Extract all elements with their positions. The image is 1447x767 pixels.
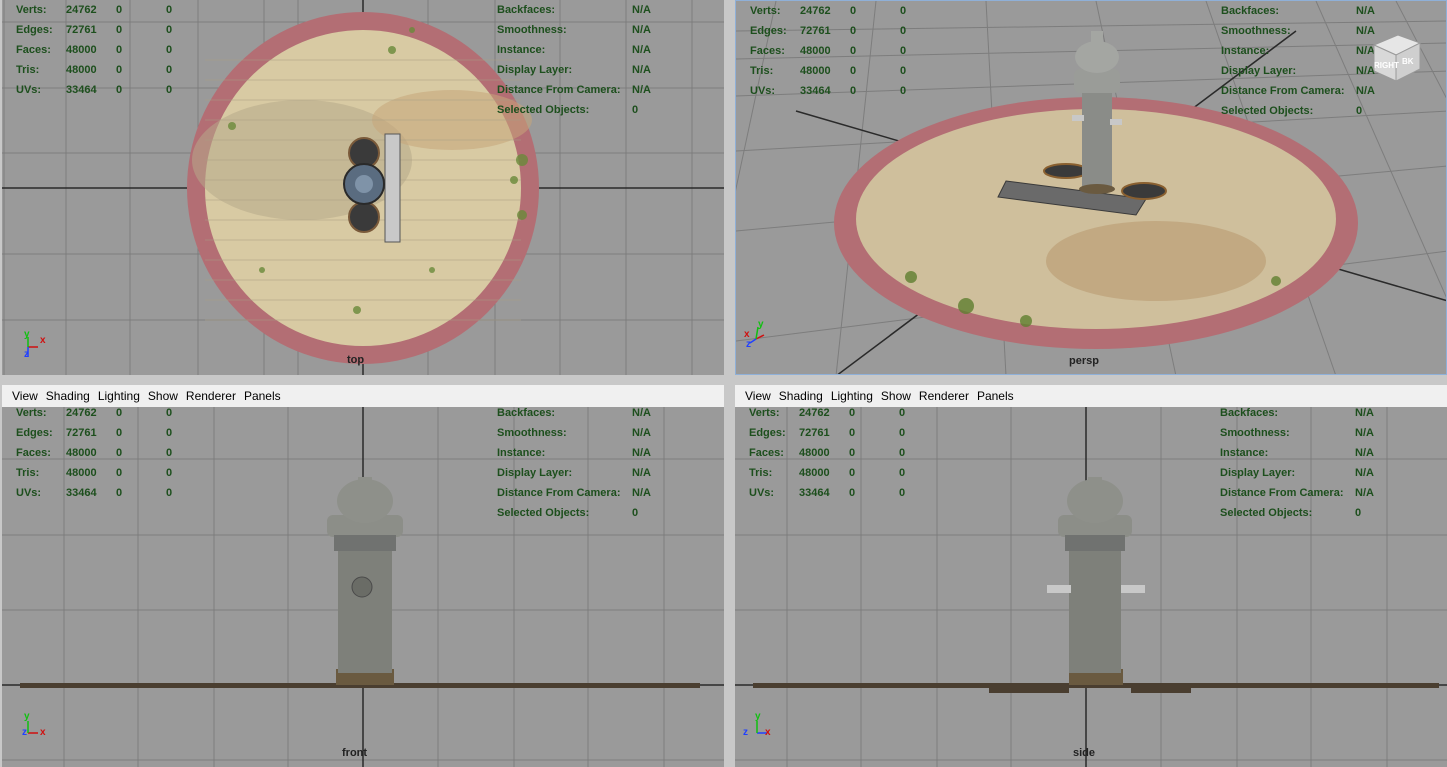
menu-view[interactable]: View: [8, 389, 42, 403]
hud-info-top: Backfaces: N/A Smoothness: N/A Instance: N/…: [497, 4, 651, 116]
viewcube[interactable]: RIGHT BK: [1368, 27, 1424, 83]
menu-shading[interactable]: Shading: [42, 389, 94, 403]
viewcube-face-right[interactable]: RIGHT: [1374, 61, 1399, 70]
hud-stats-top: Verts: 24762 0 0 Edges: 72761 0 0 Faces: 48000 0…: [16, 4, 173, 96]
hud-stats-side: Verts: 24762 0 0 Edges: 72761 0 0 Faces: 48000 0…: [749, 407, 906, 499]
axis-gizmo-side: y z x: [743, 711, 771, 738]
hud-stats-front: Verts: 24762 0 0 Edges: 72761 0 0 Faces: 48000 0…: [16, 407, 173, 499]
axis-gizmo-top: x y z: [24, 329, 46, 360]
menu-lighting[interactable]: Lighting: [94, 389, 144, 403]
camera-label-persp: persp: [1069, 355, 1099, 367]
hud-info-front: Backfaces: N/A Smoothness: N/A Instance: N/…: [497, 407, 651, 519]
camera-label-top: top: [347, 354, 365, 366]
camera-label-side: side: [1073, 747, 1096, 759]
axis-gizmo-persp: y x z: [744, 319, 765, 350]
viewport-top[interactable]: Verts: 24762 0 0 Edges: 72761 0 0 Faces: 48000 0…: [2, 0, 724, 375]
front-hydrant: [327, 477, 403, 685]
viewport-side[interactable]: Verts: 24762 0 0 Edges: 72761 0 0 Faces: 48000 0…: [735, 407, 1447, 767]
drain-cluster: [343, 133, 401, 243]
menu-renderer[interactable]: Renderer: [182, 389, 240, 403]
menu-lighting[interactable]: Lighting: [827, 389, 877, 403]
menu-panels[interactable]: Panels: [973, 389, 1018, 403]
menu-shading[interactable]: Shading: [775, 389, 827, 403]
viewport-front[interactable]: Verts: 24762 0 0 Edges: 72761 0 0 Faces: 48000 0…: [2, 407, 724, 767]
viewport-persp[interactable]: Verts: 24762 0 0 Edges: 72761 0 0 Faces: 48000 0…: [735, 0, 1447, 375]
menu-show[interactable]: Show: [144, 389, 182, 403]
menu-show[interactable]: Show: [877, 389, 915, 403]
axis-gizmo-front: y z x: [22, 711, 46, 738]
menu-panels[interactable]: Panels: [240, 389, 285, 403]
hud-stats-persp: Verts: 24762 0 0 Edges: 72761 0 0 Faces: 48000 0…: [750, 5, 907, 97]
camera-label-front: front: [342, 747, 368, 759]
menu-view[interactable]: View: [741, 389, 775, 403]
side-hydrant: [1047, 477, 1145, 685]
menubar-side: View Shading Lighting Show Renderer Pane…: [735, 385, 1447, 407]
viewcube-face-back[interactable]: BK: [1402, 57, 1414, 66]
menu-renderer[interactable]: Renderer: [915, 389, 973, 403]
hud-info-side: Backfaces: N/A Smoothness: N/A Instance: N/…: [1220, 407, 1374, 519]
menubar-front: View Shading Lighting Show Renderer Pane…: [2, 385, 724, 407]
